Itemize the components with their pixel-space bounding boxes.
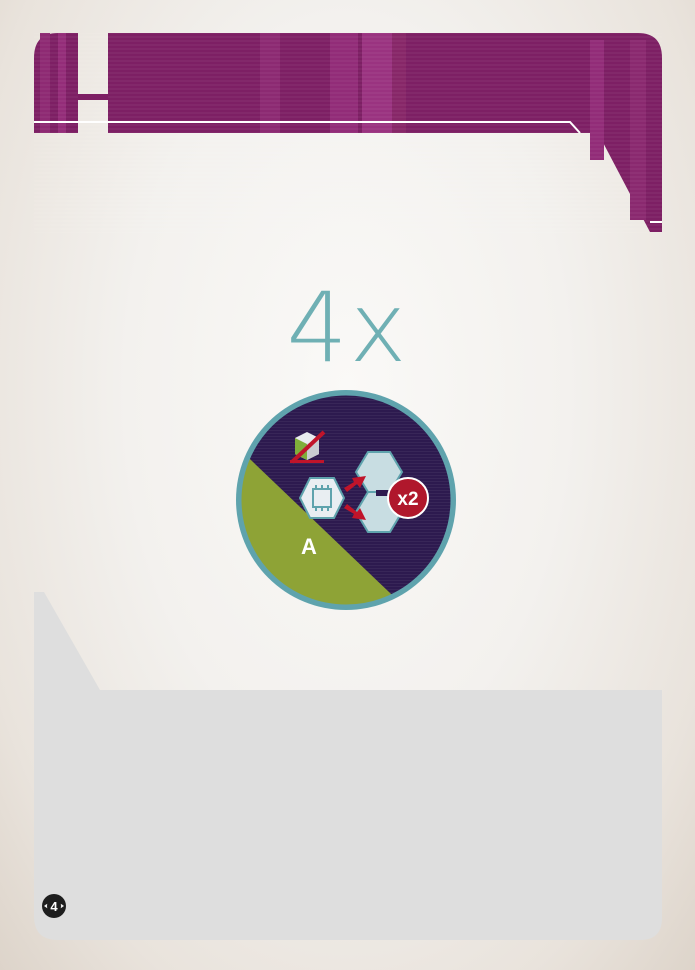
corner-number: 4 bbox=[50, 899, 58, 914]
multiplier-label: x2 bbox=[397, 489, 418, 510]
x2-badge-icon: x2 bbox=[387, 477, 429, 519]
planet-corner-icon: 4 bbox=[42, 894, 66, 918]
chip-hex-icon bbox=[298, 477, 346, 519]
card-count: 4x bbox=[286, 272, 409, 384]
card-header-banner bbox=[34, 33, 662, 233]
game-card: 4x x2 A 4 bbox=[0, 0, 695, 970]
token-side-label: A bbox=[301, 534, 317, 559]
ability-token: x2 A bbox=[236, 390, 456, 610]
